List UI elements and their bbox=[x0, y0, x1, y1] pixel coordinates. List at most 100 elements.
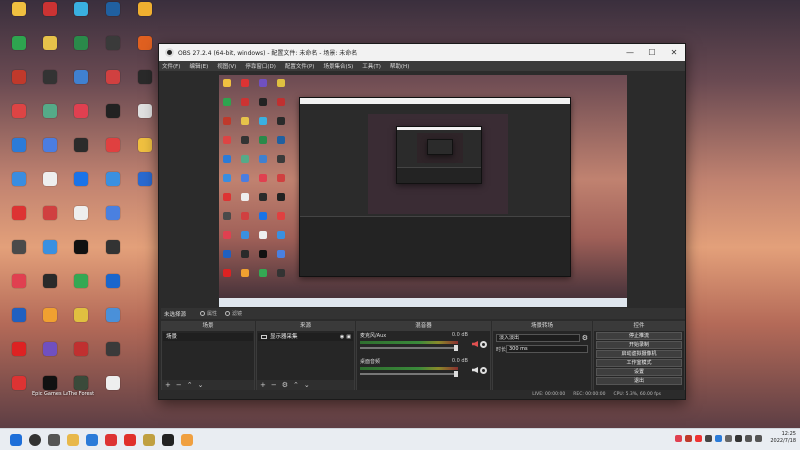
desktop-icon[interactable] bbox=[128, 36, 162, 66]
tray-icon[interactable] bbox=[675, 434, 683, 442]
desktop-icon[interactable] bbox=[2, 342, 36, 372]
desktop-icon[interactable] bbox=[33, 172, 67, 202]
duration-field[interactable]: 300 ms bbox=[506, 345, 588, 353]
app-icon[interactable] bbox=[143, 433, 155, 446]
edge-icon[interactable] bbox=[86, 433, 98, 446]
desktop-icon[interactable] bbox=[128, 138, 162, 168]
desktop-icon[interactable] bbox=[64, 308, 98, 338]
desktop-icon[interactable] bbox=[33, 274, 67, 304]
clock[interactable]: 12:25 2022/7/18 bbox=[770, 431, 796, 445]
desktop-icon[interactable] bbox=[96, 138, 130, 168]
tray-icon[interactable] bbox=[685, 434, 693, 442]
maximize-button[interactable]: ☐ bbox=[641, 48, 663, 57]
desktop-icon[interactable] bbox=[64, 104, 98, 134]
desktop-icon[interactable] bbox=[33, 138, 67, 168]
gear-icon[interactable] bbox=[480, 367, 487, 374]
gear-icon[interactable]: ⚙ bbox=[582, 334, 588, 342]
tray-icon[interactable] bbox=[705, 434, 713, 442]
desktop-icon[interactable] bbox=[64, 2, 98, 32]
studio-mode-button[interactable]: 工作室模式 bbox=[596, 359, 682, 367]
move-up-icon[interactable]: ⌃ bbox=[187, 380, 193, 390]
remove-source-button[interactable]: − bbox=[271, 380, 277, 390]
volume-slider[interactable] bbox=[360, 371, 458, 377]
desktop-icon[interactable] bbox=[64, 342, 98, 372]
desktop-icon[interactable] bbox=[64, 206, 98, 236]
desktop-icon[interactable] bbox=[2, 104, 36, 134]
exit-button[interactable]: 退出 bbox=[596, 377, 682, 385]
desktop-icon[interactable] bbox=[33, 240, 67, 270]
menu-profile[interactable]: 配置文件(P) bbox=[285, 62, 315, 70]
filters-button[interactable]: 滤镜 bbox=[225, 310, 242, 317]
menu-edit[interactable]: 编辑(E) bbox=[189, 62, 208, 70]
desktop-icon[interactable] bbox=[128, 172, 162, 202]
lock-icon[interactable]: ▣ bbox=[346, 333, 351, 341]
desktop-icon[interactable] bbox=[2, 138, 36, 168]
desktop-icon[interactable] bbox=[96, 172, 130, 202]
volume-icon[interactable] bbox=[755, 434, 763, 442]
desktop-icon[interactable] bbox=[96, 274, 130, 304]
desktop-icon[interactable] bbox=[128, 104, 162, 134]
move-down-icon[interactable]: ⌄ bbox=[198, 380, 204, 390]
stop-streaming-button[interactable]: 停止推流 bbox=[596, 332, 682, 340]
source-item[interactable]: 显示器采集 ◉ ▣ bbox=[258, 333, 353, 341]
desktop-icon[interactable] bbox=[96, 104, 130, 134]
desktop-icon[interactable] bbox=[96, 2, 130, 32]
desktop-icon[interactable] bbox=[2, 308, 36, 338]
minimize-button[interactable]: — bbox=[619, 48, 641, 57]
desktop-icon[interactable] bbox=[2, 274, 36, 304]
tray-icon[interactable] bbox=[715, 434, 723, 442]
close-button[interactable]: ✕ bbox=[663, 48, 685, 57]
source-settings-icon[interactable]: ⚙ bbox=[282, 380, 288, 390]
tray-icon[interactable] bbox=[735, 434, 743, 442]
desktop-icon[interactable]: Epic Games Launcher bbox=[32, 376, 68, 406]
start-recording-button[interactable]: 开始录制 bbox=[596, 341, 682, 349]
scene-item[interactable]: 场景 bbox=[163, 333, 253, 341]
virtual-camera-button[interactable]: 启动虚拟摄像机 bbox=[596, 350, 682, 358]
settings-button[interactable]: 设置 bbox=[596, 368, 682, 376]
desktop-icon[interactable] bbox=[96, 206, 130, 236]
speaker-muted-icon[interactable] bbox=[472, 341, 478, 347]
transition-type-select[interactable]: 淡入淡出 bbox=[496, 334, 580, 342]
desktop-icon[interactable] bbox=[96, 240, 130, 270]
desktop-icon[interactable] bbox=[33, 206, 67, 236]
windows-start-icon[interactable] bbox=[10, 433, 22, 446]
menu-scene-collection[interactable]: 场景集合(S) bbox=[323, 62, 353, 70]
desktop-icon[interactable] bbox=[33, 2, 67, 32]
preview-canvas[interactable] bbox=[219, 75, 627, 307]
desktop-icon[interactable] bbox=[2, 2, 36, 32]
desktop-icon[interactable] bbox=[2, 36, 36, 66]
desktop-icon[interactable] bbox=[64, 240, 98, 270]
tray-icon[interactable] bbox=[725, 434, 733, 442]
desktop-icon[interactable] bbox=[96, 308, 130, 338]
app-icon[interactable] bbox=[124, 433, 136, 446]
eye-icon[interactable]: ◉ bbox=[340, 333, 344, 341]
desktop-icon[interactable] bbox=[64, 172, 98, 202]
app-icon[interactable] bbox=[181, 433, 193, 446]
desktop-icon[interactable] bbox=[2, 70, 36, 100]
menu-help[interactable]: 帮助(H) bbox=[390, 62, 409, 70]
desktop-icon[interactable] bbox=[96, 36, 130, 66]
netease-music-icon[interactable] bbox=[105, 433, 117, 446]
menu-tools[interactable]: 工具(T) bbox=[362, 62, 381, 70]
desktop-icon[interactable] bbox=[96, 376, 130, 406]
menu-file[interactable]: 文件(F) bbox=[162, 62, 180, 70]
desktop-icon[interactable] bbox=[2, 376, 36, 406]
source-down-icon[interactable]: ⌄ bbox=[304, 380, 310, 390]
desktop-icon[interactable] bbox=[33, 342, 67, 372]
desktop-icon[interactable] bbox=[128, 70, 162, 100]
desktop-icon[interactable] bbox=[2, 240, 36, 270]
desktop-icon[interactable]: The Forest bbox=[64, 376, 98, 406]
remove-scene-button[interactable]: − bbox=[176, 380, 182, 390]
desktop-icon[interactable] bbox=[2, 172, 36, 202]
gear-icon[interactable] bbox=[480, 341, 487, 348]
desktop-icon[interactable] bbox=[64, 36, 98, 66]
desktop-icon[interactable] bbox=[33, 308, 67, 338]
desktop-icon[interactable] bbox=[96, 342, 130, 372]
source-up-icon[interactable]: ⌃ bbox=[293, 380, 299, 390]
add-scene-button[interactable]: + bbox=[165, 380, 171, 390]
volume-slider[interactable] bbox=[360, 345, 458, 351]
desktop-icon[interactable] bbox=[2, 206, 36, 236]
tray-icon[interactable] bbox=[695, 434, 703, 442]
desktop-icon[interactable] bbox=[33, 36, 67, 66]
desktop-icon[interactable] bbox=[128, 2, 162, 32]
